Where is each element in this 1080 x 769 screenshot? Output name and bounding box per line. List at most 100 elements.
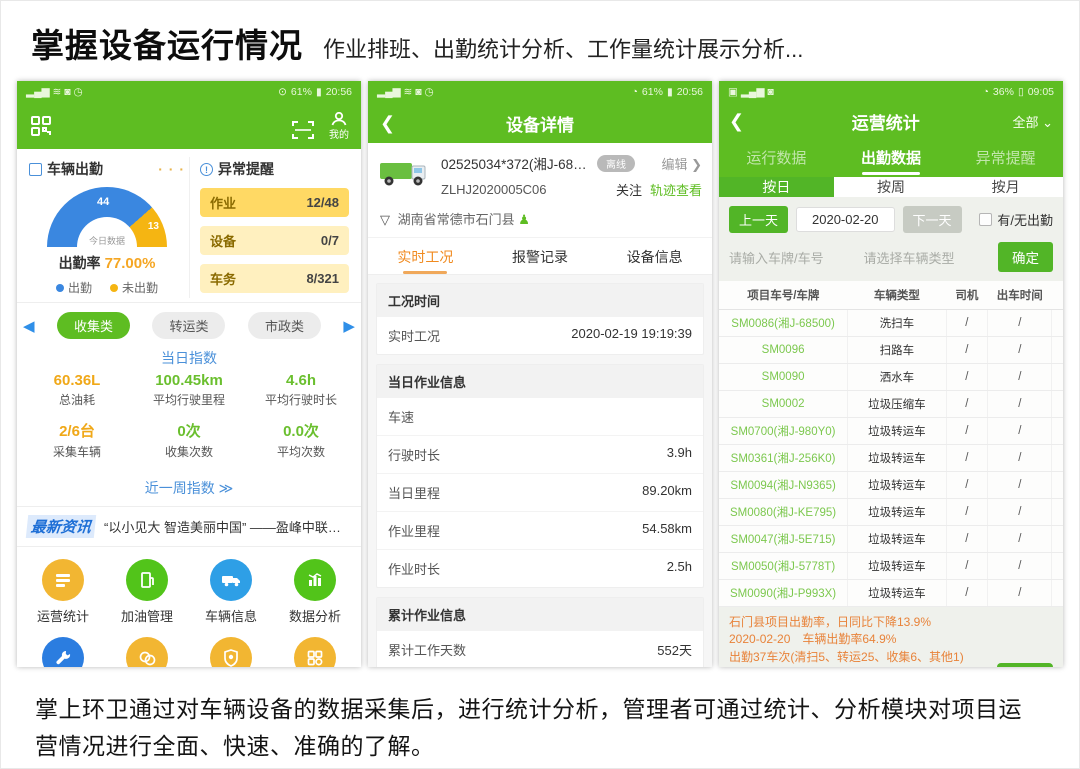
tab-attendance-data[interactable]: 出勤数据	[834, 139, 949, 177]
vehicle-vin: ZLHJ2020005C06	[441, 182, 547, 197]
date-picker[interactable]: 2020-02-20	[796, 207, 895, 232]
section-title: 累计作业信息	[377, 598, 703, 631]
tab-by-day[interactable]: 按日	[719, 177, 834, 197]
back-icon[interactable]: ❮	[380, 113, 410, 134]
table-row[interactable]: SM0080(湘J-KE795)垃圾转运车//	[719, 499, 1063, 526]
more-icon[interactable]: · · ·	[158, 161, 185, 177]
back-icon[interactable]: ❮	[729, 111, 759, 132]
app-vehicle-info[interactable]: 车辆信息	[189, 559, 273, 625]
app-fuel-management[interactable]: 加油管理	[105, 559, 189, 625]
app-accident-record[interactable]: 事故记录	[105, 637, 189, 667]
status-bar: ▂▄▆ ≋ ◙ ◷ ◔ 61% ▮ 20:56	[368, 81, 712, 103]
stat-mileage: 100.45km平均行驶里程	[133, 372, 245, 416]
truck-icon	[220, 570, 242, 590]
tab-abnormal-alerts[interactable]: 异常提醒	[948, 139, 1063, 177]
attendance-title: 车辆出勤	[47, 159, 103, 179]
tab-collection[interactable]: 收集类	[57, 312, 130, 339]
next-day-button[interactable]: 下一天	[903, 206, 962, 233]
table-row[interactable]: SM0086(湘J-68500)洗扫车//	[719, 310, 1063, 337]
scan-frame-icon[interactable]	[291, 119, 315, 141]
tab-municipal[interactable]: 市政类	[248, 312, 321, 339]
app-operation-stats[interactable]: 运营统计	[21, 559, 105, 625]
battery-percent: 61%	[642, 86, 663, 98]
legend-absent-dot	[110, 284, 118, 292]
table-row[interactable]: SM0047(湘J-5E715)垃圾转运车//	[719, 526, 1063, 553]
table-row[interactable]: SM0094(湘J-N9365)垃圾转运车//	[719, 472, 1063, 499]
attendance-rate-value: 77.00%	[105, 255, 156, 272]
section-daily-work: 当日作业信息 车速 行驶时长3.9h 当日里程89.20km 作业里程54.58…	[376, 364, 704, 588]
phone-device-detail: ▂▄▆ ≋ ◙ ◷ ◔ 61% ▮ 20:56 ❮ 设备详情 02525034*…	[368, 81, 712, 667]
alert-row-work[interactable]: 作业12/48	[200, 188, 349, 217]
track-view-link[interactable]: 轨迹查看	[650, 180, 702, 199]
table-row[interactable]: SM0002垃圾压缩车//	[719, 391, 1063, 418]
legend-present: 出勤	[56, 279, 92, 296]
plate-search-input[interactable]: 请输入车牌/车号	[729, 248, 856, 267]
vehicle-card[interactable]: 02525034*372(湘J-685... 离线 编辑 ❯ ZLHJ20200…	[368, 143, 712, 203]
table-row[interactable]: SM0096扫路车//	[719, 337, 1063, 364]
tab-device-info[interactable]: 设备信息	[597, 238, 712, 274]
tab-running-data[interactable]: 运行数据	[719, 139, 834, 177]
app-repair-usage[interactable]: 维修使用	[21, 637, 105, 667]
qr-scan-icon[interactable]	[29, 114, 53, 138]
arrow-right-icon[interactable]: ▶	[343, 317, 355, 335]
info-row: 当日里程89.20km	[377, 474, 703, 512]
section-total-work: 累计作业信息 累计工作天数552天 累计总里程41951.31km 累计作业里程…	[376, 597, 704, 667]
alerts-card[interactable]: ! 异常提醒 作业12/48 设备0/7 车务8/321	[189, 157, 353, 298]
alert-row-device[interactable]: 设备0/7	[200, 226, 349, 255]
table-row[interactable]: SM0700(湘J-980Y0)垃圾转运车//	[719, 418, 1063, 445]
tab-transfer[interactable]: 转运类	[152, 312, 225, 339]
search-controls: 请输入车牌/车号 请选择车辆类型 确定	[719, 233, 1063, 281]
profile-label: 我的	[329, 126, 349, 141]
vehicle-type-select[interactable]: 请选择车辆类型	[864, 248, 991, 267]
headline: 掌握设备运行情况 作业排班、出勤统计分析、工作量统计展示分析...	[1, 1, 1079, 73]
app-data-analysis[interactable]: 数据分析	[273, 559, 357, 625]
chevron-double-down-icon: ≫	[219, 480, 234, 496]
alert-row-vehicle[interactable]: 车务8/321	[200, 264, 349, 293]
prev-day-button[interactable]: 上一天	[729, 206, 788, 233]
stats-body: 按日 按周 按月 上一天 2020-02-20 下一天 有/无出勤 请输入车牌/…	[719, 177, 1063, 667]
info-row: 累计工作天数552天	[377, 631, 703, 667]
stat-fuel: 60.36L总油耗	[21, 372, 133, 416]
stat-duration: 4.6h平均行驶时长	[245, 372, 357, 416]
daily-index-title: 当日指数	[17, 348, 361, 368]
news-ticker[interactable]: 最新资讯 “以小见大 智造美丽中国” ——盈峰中联环境...	[17, 507, 361, 547]
stat-avg-count: 0.0次平均次数	[245, 420, 357, 468]
tab-alarms[interactable]: 报警记录	[483, 238, 598, 274]
clock-time: 20:56	[677, 86, 703, 98]
confirm-button[interactable]: 确定	[998, 242, 1053, 272]
attendance-card[interactable]: 车辆出勤 · · · 44 13 今日数据 出勤率77.00%	[25, 157, 189, 298]
table-row[interactable]: SM0090(湘J-P993X)垃圾转运车//	[719, 580, 1063, 607]
tab-by-month[interactable]: 按月	[948, 177, 1063, 197]
accident-icon	[137, 648, 157, 667]
profile-button[interactable]: 我的	[329, 112, 349, 141]
legend-present-dot	[56, 284, 64, 292]
app-header: 我的	[17, 103, 361, 149]
page-title: 运营统计	[759, 109, 1012, 134]
filter-all-dropdown[interactable]: 全部 ⌄	[1012, 112, 1053, 131]
attendance-gauge: 44 13 今日数据	[47, 187, 167, 247]
edit-link[interactable]: 编辑 ❯	[661, 154, 702, 173]
arrow-left-icon[interactable]: ◀	[23, 317, 35, 335]
parts-icon	[305, 648, 325, 667]
stat-vehicles: 2/6台采集车辆	[21, 420, 133, 468]
app-parts-mall[interactable]: 配件商城	[273, 637, 357, 667]
attendance-filter[interactable]: 有/无出勤	[979, 210, 1053, 229]
follow-button[interactable]: 关注	[616, 180, 642, 199]
analysis-icon	[305, 570, 325, 590]
table-row[interactable]: SM0090洒水车//	[719, 364, 1063, 391]
table-row[interactable]: SM0361(湘J-256K0)垃圾转运车//	[719, 445, 1063, 472]
tab-by-week[interactable]: 按周	[834, 177, 949, 197]
app-header: ❮ 设备详情	[368, 103, 712, 143]
week-index-link[interactable]: 近一周指数 ≫	[17, 474, 361, 507]
info-row: 实时工况2020-02-19 19:19:39	[377, 317, 703, 354]
gauge-present-value: 44	[97, 196, 109, 208]
tab-realtime[interactable]: 实时工况	[368, 238, 483, 274]
table-row[interactable]: SM0050(湘J-5778T)垃圾转运车//	[719, 553, 1063, 580]
app-vehicle-management[interactable]: 车务管理	[189, 637, 273, 667]
info-row: 作业时长2.5h	[377, 550, 703, 587]
detail-tabs: 实时工况 报警记录 设备信息	[368, 237, 712, 275]
share-button[interactable]: 分享	[997, 663, 1053, 667]
signal-wifi-icons: ▂▄▆ ≋ ◙ ◷	[377, 86, 434, 98]
summary-line: 2020-02-20 车辆出勤率64.9%	[729, 631, 1053, 648]
checkbox-icon[interactable]	[979, 213, 992, 226]
